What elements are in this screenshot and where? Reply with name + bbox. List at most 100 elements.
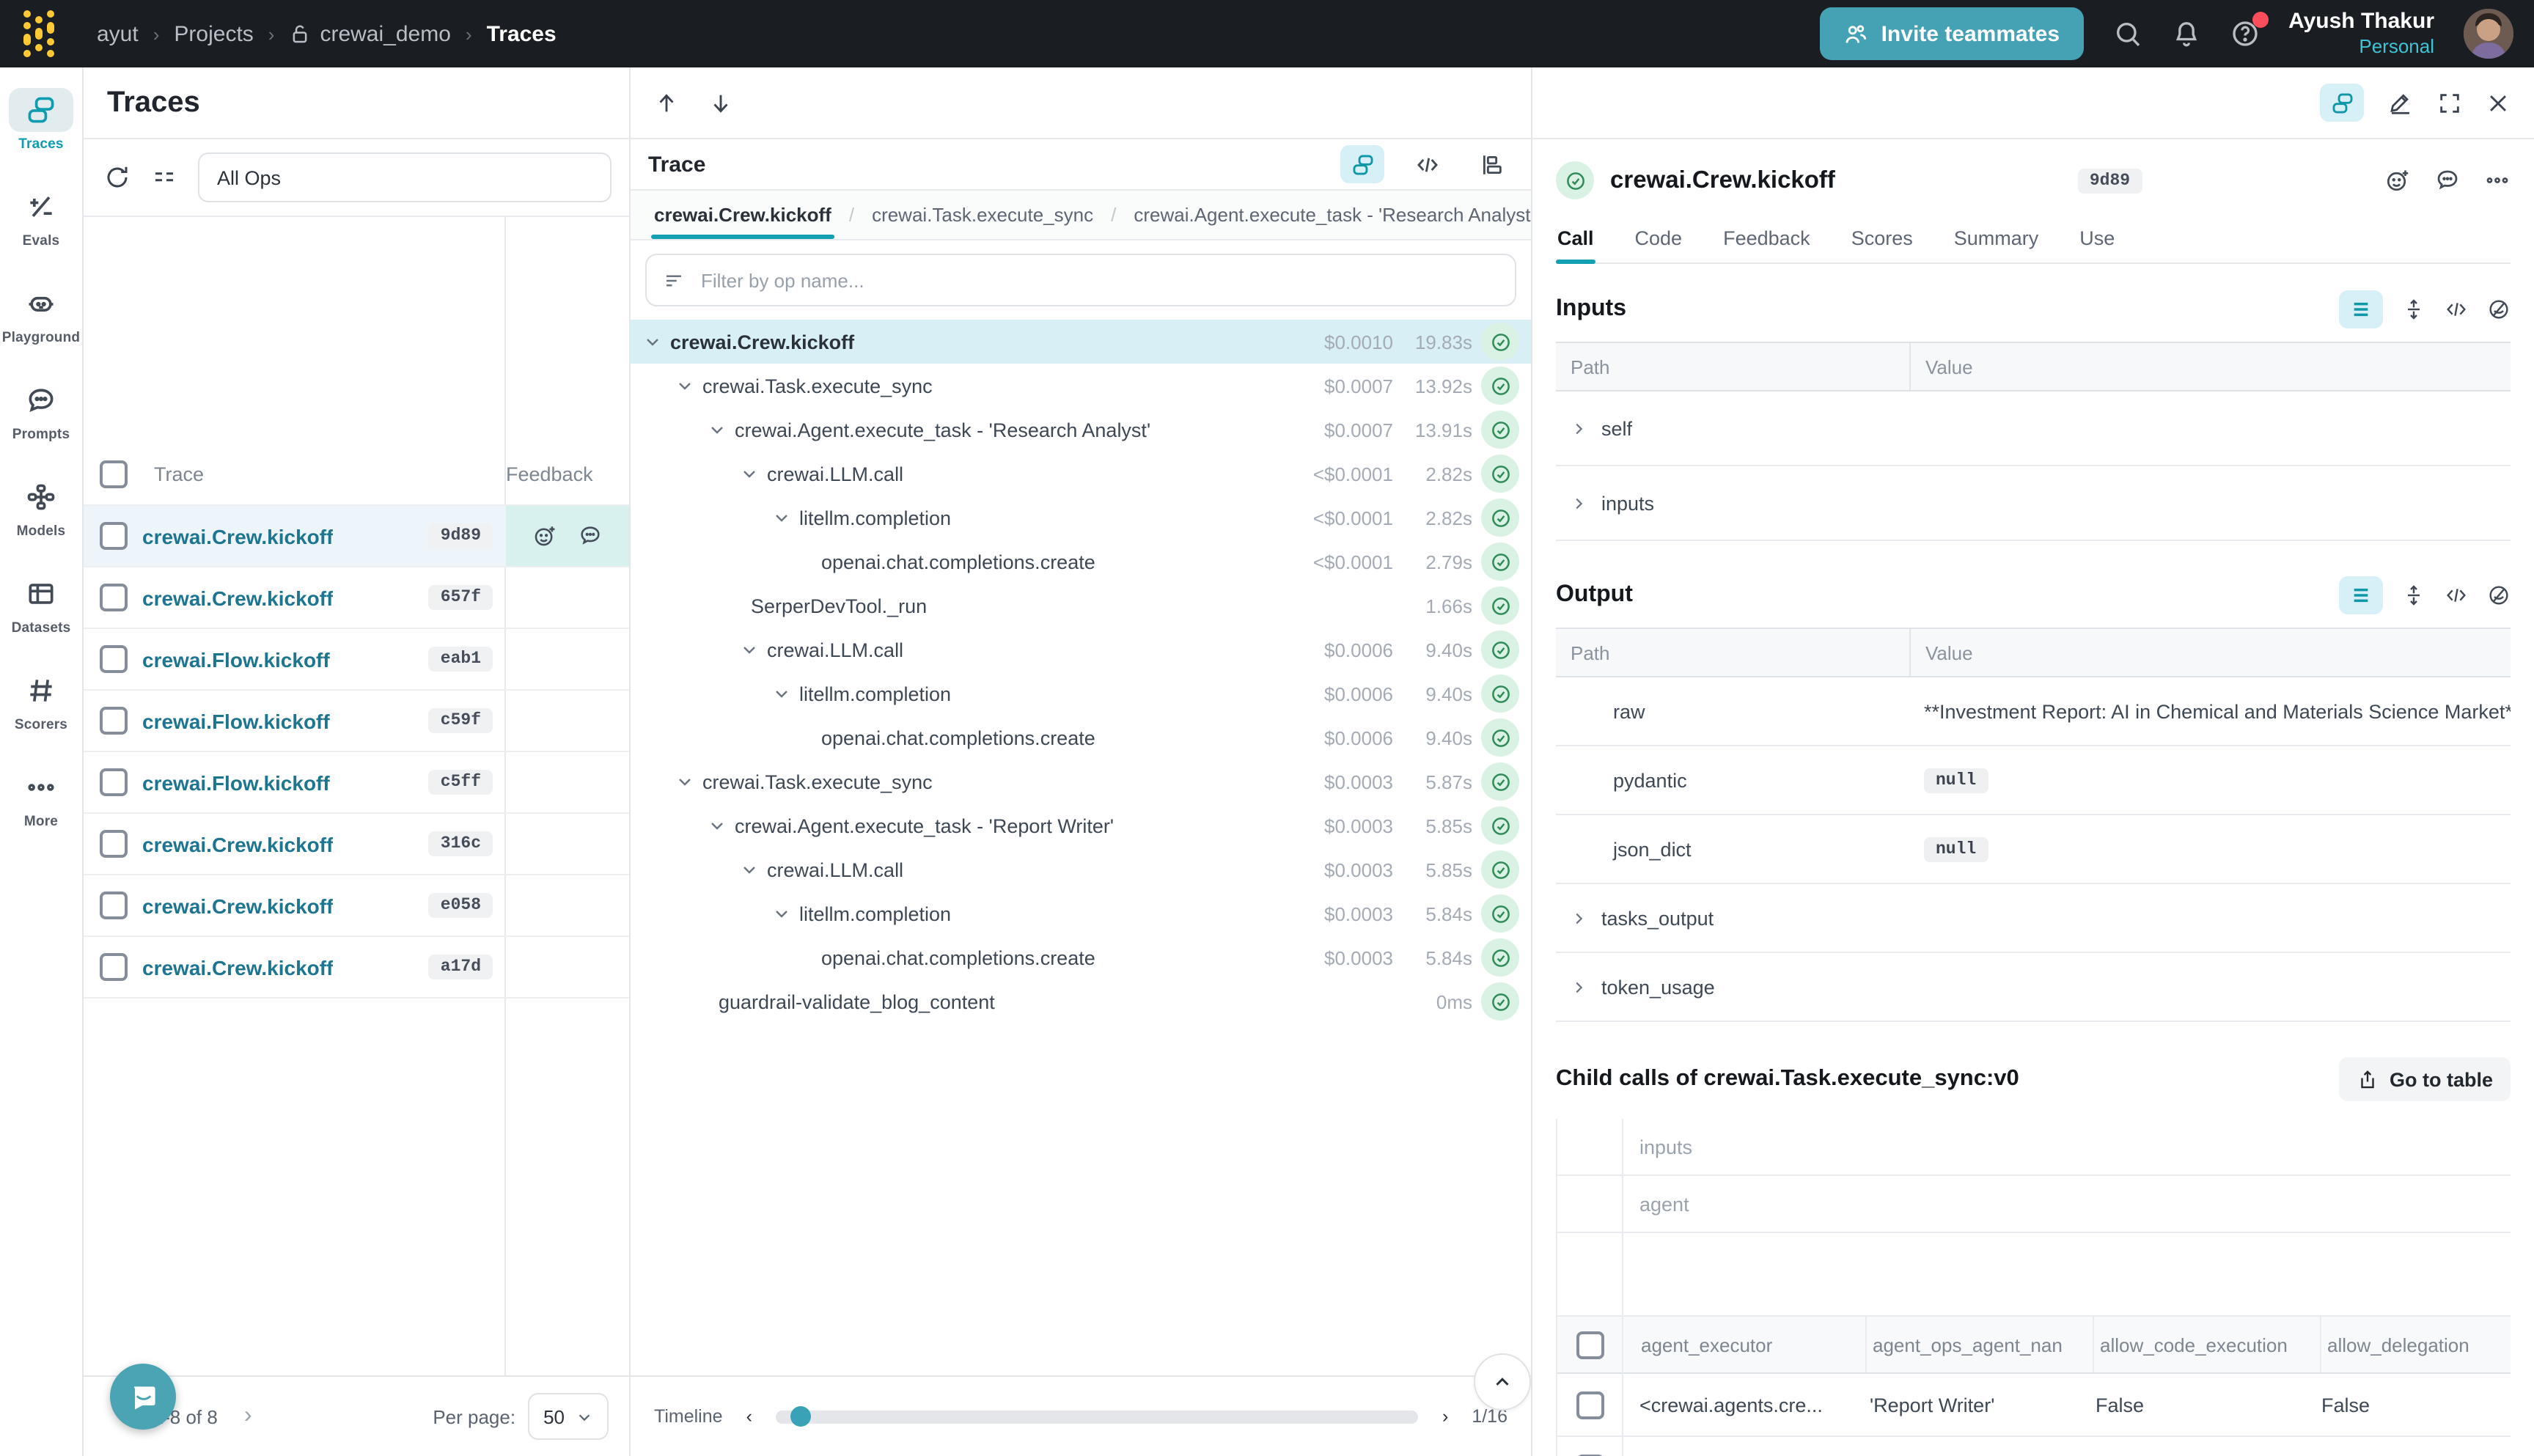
column-header[interactable]: agent_executor bbox=[1623, 1317, 1867, 1372]
breadcrumb-project[interactable]: crewai_demo bbox=[289, 21, 450, 46]
op-name-filter[interactable] bbox=[645, 254, 1516, 306]
columns-icon[interactable] bbox=[151, 164, 177, 191]
tree-node[interactable]: openai.chat.completions.create $0.0003 5… bbox=[631, 935, 1531, 979]
output-row-pydantic[interactable]: pydantic null bbox=[1556, 746, 2511, 815]
go-to-table-button[interactable]: Go to table bbox=[2338, 1057, 2511, 1101]
call-crumb-tab[interactable]: crewai.Agent.execute_task - 'Research An… bbox=[1128, 191, 1531, 239]
bell-icon[interactable] bbox=[2171, 19, 2200, 48]
tree-node[interactable]: litellm.completion $0.0006 9.40s bbox=[631, 672, 1531, 716]
chevron-down-icon[interactable] bbox=[771, 683, 792, 704]
expand-rows-icon[interactable] bbox=[2402, 298, 2425, 321]
feedback-column-header[interactable]: Feedback bbox=[500, 463, 629, 485]
sidebar-item-prompts[interactable]: Prompts bbox=[0, 378, 82, 468]
breadcrumb-projects[interactable]: Projects bbox=[174, 21, 253, 46]
tab-summary[interactable]: Summary bbox=[1953, 218, 2041, 262]
row-checkbox[interactable] bbox=[99, 891, 127, 919]
eye-off-icon[interactable] bbox=[2487, 298, 2511, 321]
call-crumb-tab[interactable]: crewai.Task.execute_sync bbox=[866, 191, 1099, 239]
row-checkbox[interactable] bbox=[99, 707, 127, 735]
timeline-slider-handle[interactable] bbox=[791, 1406, 812, 1427]
row-checkbox[interactable] bbox=[99, 584, 127, 611]
tree-node[interactable]: openai.chat.completions.create <$0.0001 … bbox=[631, 540, 1531, 584]
chevron-right-icon[interactable] bbox=[1571, 910, 1590, 926]
eye-off-icon[interactable] bbox=[2487, 584, 2511, 607]
tree-node[interactable]: crewai.LLM.call $0.0006 9.40s bbox=[631, 628, 1531, 672]
trace-link[interactable]: crewai.Flow.kickoff bbox=[142, 771, 330, 794]
tree-node[interactable]: crewai.Task.execute_sync $0.0003 5.87s bbox=[631, 760, 1531, 804]
tree-node[interactable]: crewai.LLM.call <$0.0001 2.82s bbox=[631, 452, 1531, 496]
comment-icon[interactable] bbox=[2434, 167, 2461, 194]
chevron-down-icon[interactable] bbox=[642, 331, 663, 352]
sidebar-item-evals[interactable]: Evals bbox=[0, 185, 82, 274]
chevron-down-icon[interactable] bbox=[739, 463, 760, 484]
tree-node[interactable]: openai.chat.completions.create $0.0006 9… bbox=[631, 716, 1531, 760]
chevron-down-icon[interactable] bbox=[675, 375, 695, 396]
more-dots-icon[interactable] bbox=[2484, 167, 2511, 194]
select-all-checkbox[interactable] bbox=[99, 460, 127, 488]
column-header[interactable]: agent_ops_agent_nan bbox=[1867, 1317, 2094, 1372]
tree-view-icon[interactable] bbox=[2320, 84, 2364, 122]
output-row-raw[interactable]: raw **Investment Report: AI in Chemical … bbox=[1556, 677, 2511, 746]
table-row[interactable]: crewai.Crew.kickoff9d89 bbox=[84, 506, 629, 567]
chevron-down-icon[interactable] bbox=[771, 903, 792, 924]
chevron-right-icon[interactable] bbox=[1571, 420, 1590, 436]
table-row[interactable]: crewai.Flow.kickoffc5ff bbox=[84, 752, 629, 814]
expand-rows-icon[interactable] bbox=[2402, 584, 2425, 607]
tree-node[interactable]: guardrail-validate_blog_content 0ms bbox=[631, 979, 1531, 1023]
comment-icon[interactable] bbox=[578, 523, 603, 548]
sidebar-item-more[interactable]: More bbox=[0, 765, 82, 855]
table-row[interactable]: crewai.Crew.kickoff657f bbox=[84, 567, 629, 629]
tree-node[interactable]: crewai.Task.execute_sync $0.0007 13.92s bbox=[631, 364, 1531, 408]
expand-icon[interactable] bbox=[2437, 90, 2462, 115]
chevron-right-icon[interactable] bbox=[1571, 495, 1590, 511]
chevron-down-icon[interactable] bbox=[739, 639, 760, 660]
sidebar-item-models[interactable]: Models bbox=[0, 475, 82, 565]
pencil-icon[interactable] bbox=[2387, 89, 2414, 116]
tree-node[interactable]: crewai.Agent.execute_task - 'Research An… bbox=[631, 408, 1531, 452]
user-menu[interactable]: Ayush Thakur Personal bbox=[2288, 8, 2434, 59]
invite-teammates-button[interactable]: Invite teammates bbox=[1820, 7, 2083, 60]
table-row[interactable]: crewai.Flow.kickoffeab1 bbox=[84, 629, 629, 691]
input-row-self[interactable]: self bbox=[1556, 391, 2511, 466]
trace-link[interactable]: crewai.Crew.kickoff bbox=[142, 586, 333, 609]
row-checkbox[interactable] bbox=[99, 522, 127, 550]
avatar[interactable] bbox=[2464, 9, 2513, 59]
table-row[interactable]: crewai.Crew.kickoff316c bbox=[84, 814, 629, 875]
arrow-down-icon[interactable] bbox=[708, 90, 733, 115]
code-view-icon[interactable] bbox=[2445, 298, 2468, 321]
row-checkbox[interactable] bbox=[1576, 1391, 1604, 1419]
chat-launcher-button[interactable] bbox=[110, 1364, 176, 1430]
sidebar-item-playground[interactable]: Playground bbox=[0, 282, 82, 371]
sidebar-item-datasets[interactable]: Datasets bbox=[0, 572, 82, 661]
row-checkbox[interactable] bbox=[99, 953, 127, 981]
column-header[interactable]: allow_code_execution bbox=[2094, 1317, 2321, 1372]
tree-node[interactable]: crewai.Crew.kickoff $0.0010 19.83s bbox=[631, 320, 1531, 364]
breadcrumb-page[interactable]: Traces bbox=[487, 21, 557, 46]
table-row[interactable]: <crewai.agents.cre... 'Research Analyst'… bbox=[1557, 1437, 2511, 1456]
list-view-icon[interactable] bbox=[2339, 290, 2383, 328]
table-row[interactable]: crewai.Flow.kickoffc59f bbox=[84, 691, 629, 752]
wandb-logo[interactable] bbox=[21, 10, 65, 57]
trace-link[interactable]: crewai.Crew.kickoff bbox=[142, 524, 333, 548]
output-row-tasks-output[interactable]: tasks_output bbox=[1556, 884, 2511, 953]
list-view-icon[interactable] bbox=[2339, 576, 2383, 614]
chevron-down-icon[interactable] bbox=[739, 859, 760, 880]
chevron-down-icon[interactable] bbox=[675, 771, 695, 792]
refresh-icon[interactable] bbox=[104, 164, 131, 191]
sidebar-item-scorers[interactable]: Scorers bbox=[0, 669, 82, 758]
tree-node[interactable]: litellm.completion <$0.0001 2.82s bbox=[631, 496, 1531, 540]
trace-link[interactable]: crewai.Crew.kickoff bbox=[142, 955, 333, 979]
tab-call[interactable]: Call bbox=[1556, 218, 1595, 262]
per-page-select[interactable]: 50 bbox=[527, 1393, 609, 1440]
tab-feedback[interactable]: Feedback bbox=[1722, 218, 1812, 262]
timeline-prev-button[interactable]: ‹ bbox=[741, 1406, 758, 1427]
chevron-down-icon[interactable] bbox=[707, 815, 727, 836]
emoji-add-icon[interactable] bbox=[532, 523, 557, 548]
emoji-add-icon[interactable] bbox=[2384, 167, 2411, 194]
timeline-next-button[interactable]: › bbox=[1436, 1406, 1454, 1427]
help-icon[interactable] bbox=[2230, 19, 2259, 48]
breadcrumb-org[interactable]: ayut bbox=[97, 21, 139, 46]
tree-node[interactable]: crewai.Agent.execute_task - 'Report Writ… bbox=[631, 804, 1531, 848]
tab-use[interactable]: Use bbox=[2078, 218, 2116, 262]
tab-scores[interactable]: Scores bbox=[1850, 218, 1914, 262]
